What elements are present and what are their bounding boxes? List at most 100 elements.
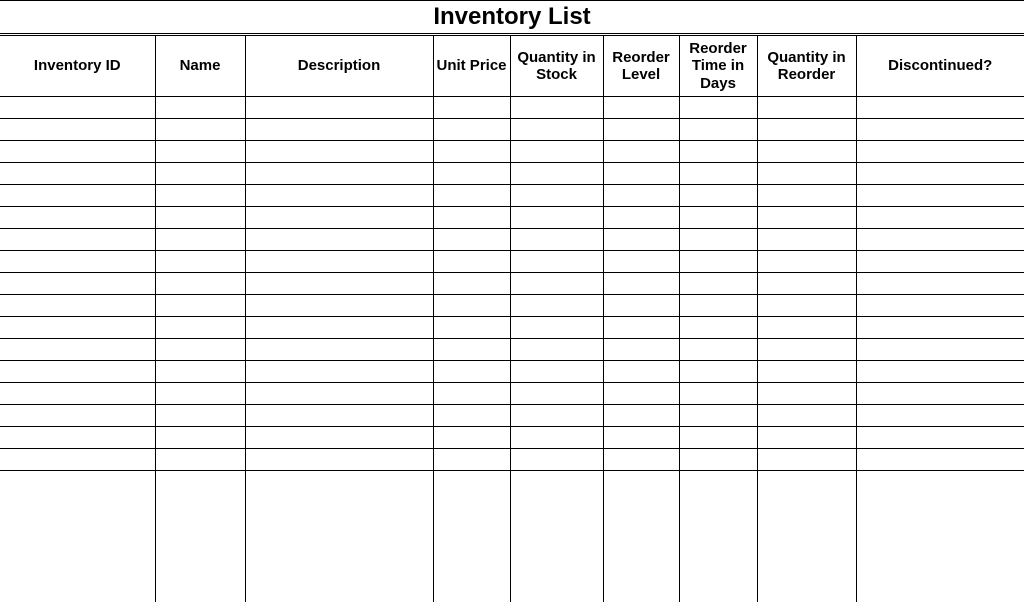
cell[interactable] [0,228,155,250]
cell[interactable] [603,382,679,404]
cell[interactable] [155,206,245,228]
cell[interactable] [433,118,510,140]
cell[interactable] [155,338,245,360]
cell[interactable] [856,184,1024,206]
cell[interactable] [433,206,510,228]
cell[interactable] [603,338,679,360]
cell[interactable] [679,206,757,228]
cell[interactable] [0,162,155,184]
cell[interactable] [0,404,155,426]
cell[interactable] [603,558,679,580]
cell[interactable] [245,162,433,184]
cell[interactable] [757,250,856,272]
cell[interactable] [510,492,603,514]
cell[interactable] [603,580,679,602]
cell[interactable] [0,426,155,448]
cell[interactable] [433,536,510,558]
cell[interactable] [856,140,1024,162]
cell[interactable] [245,228,433,250]
cell[interactable] [245,338,433,360]
cell[interactable] [603,272,679,294]
cell[interactable] [0,558,155,580]
cell[interactable] [679,492,757,514]
cell[interactable] [856,536,1024,558]
cell[interactable] [603,536,679,558]
cell[interactable] [155,360,245,382]
cell[interactable] [510,580,603,602]
cell[interactable] [856,96,1024,118]
cell[interactable] [155,426,245,448]
cell[interactable] [433,514,510,536]
cell[interactable] [757,162,856,184]
cell[interactable] [155,470,245,492]
cell[interactable] [757,580,856,602]
cell[interactable] [679,294,757,316]
cell[interactable] [603,426,679,448]
cell[interactable] [856,492,1024,514]
cell[interactable] [856,470,1024,492]
cell[interactable] [155,140,245,162]
cell[interactable] [510,118,603,140]
cell[interactable] [155,580,245,602]
cell[interactable] [603,228,679,250]
cell[interactable] [510,162,603,184]
cell[interactable] [856,294,1024,316]
cell[interactable] [155,492,245,514]
cell[interactable] [245,250,433,272]
cell[interactable] [510,140,603,162]
cell[interactable] [856,448,1024,470]
cell[interactable] [856,382,1024,404]
cell[interactable] [0,118,155,140]
cell[interactable] [757,448,856,470]
cell[interactable] [0,536,155,558]
cell[interactable] [856,360,1024,382]
cell[interactable] [245,492,433,514]
cell[interactable] [679,470,757,492]
cell[interactable] [679,536,757,558]
cell[interactable] [0,448,155,470]
cell[interactable] [245,96,433,118]
cell[interactable] [510,514,603,536]
cell[interactable] [510,294,603,316]
cell[interactable] [433,426,510,448]
cell[interactable] [0,206,155,228]
cell[interactable] [603,316,679,338]
cell[interactable] [155,536,245,558]
cell[interactable] [757,426,856,448]
cell[interactable] [757,96,856,118]
cell[interactable] [0,140,155,162]
cell[interactable] [0,96,155,118]
cell[interactable] [0,250,155,272]
cell[interactable] [245,448,433,470]
cell[interactable] [603,184,679,206]
cell[interactable] [679,184,757,206]
cell[interactable] [433,470,510,492]
cell[interactable] [757,558,856,580]
cell[interactable] [757,514,856,536]
cell[interactable] [679,162,757,184]
cell[interactable] [603,448,679,470]
cell[interactable] [155,272,245,294]
cell[interactable] [0,514,155,536]
cell[interactable] [0,360,155,382]
cell[interactable] [155,118,245,140]
cell[interactable] [510,426,603,448]
cell[interactable] [433,250,510,272]
cell[interactable] [245,140,433,162]
cell[interactable] [0,184,155,206]
cell[interactable] [245,272,433,294]
cell[interactable] [0,294,155,316]
cell[interactable] [510,338,603,360]
cell[interactable] [0,382,155,404]
cell[interactable] [757,316,856,338]
cell[interactable] [757,206,856,228]
cell[interactable] [433,272,510,294]
cell[interactable] [0,470,155,492]
cell[interactable] [433,338,510,360]
cell[interactable] [510,382,603,404]
cell[interactable] [155,250,245,272]
cell[interactable] [757,228,856,250]
cell[interactable] [510,448,603,470]
cell[interactable] [856,228,1024,250]
cell[interactable] [245,184,433,206]
